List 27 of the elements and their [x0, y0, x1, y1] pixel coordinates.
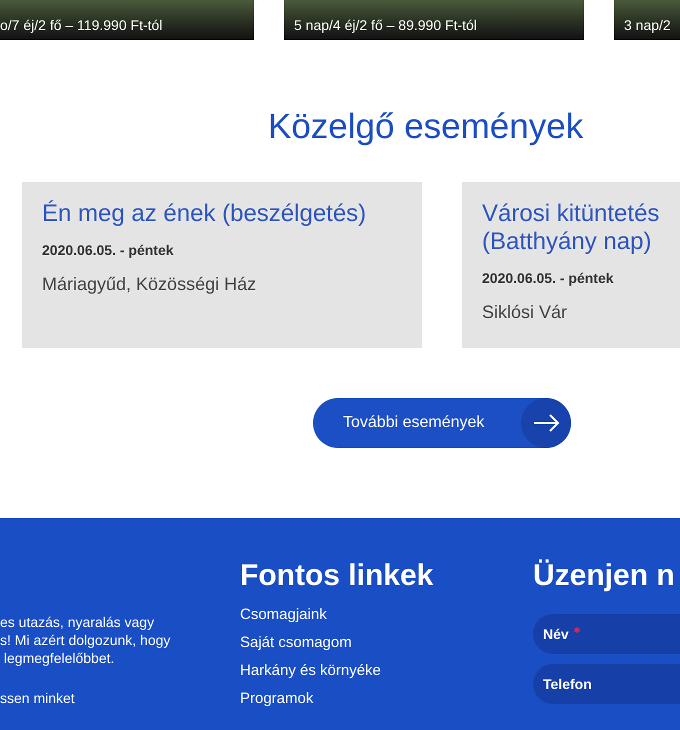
- contact-link[interactable]: ssen minket: [0, 688, 75, 709]
- footer-link[interactable]: Harkány és környéke: [240, 662, 381, 679]
- footer-link[interactable]: Csomagjaink: [240, 606, 327, 623]
- input-field[interactable]: Név: [533, 614, 680, 654]
- event-date: 2020.06.05. - péntek: [482, 269, 614, 288]
- event-card[interactable]: Városi kitüntetés (Batthyány nap) 2020.06.05. - péntek Siklósi Vár: [462, 182, 680, 348]
- event-location: Siklósi Vár: [482, 301, 568, 324]
- about-text: es utazás, nyaralás vagy s! Mi azért dolgozunk, hogy legmegfelelőbbet.: [0, 613, 170, 667]
- offer-details: o/7 éj/2 fő – 119.990 Ft-tól: [0, 16, 162, 35]
- event-title: Én meg az ének (beszélgetés): [42, 200, 368, 228]
- arrow-right-icon: [521, 398, 571, 448]
- offer-card[interactable]: 5 nap/4 éj/2 fő – 89.990 Ft-tól: [284, 0, 584, 40]
- event-date: 2020.06.05. - péntek: [42, 241, 174, 260]
- footer-link[interactable]: Programok: [240, 690, 314, 707]
- event-location: Máriagyűd, Közösségi Ház: [42, 273, 256, 296]
- offer-details: 5 nap/4 éj/2 fő – 89.990 Ft-tól: [294, 16, 477, 35]
- offer-card[interactable]: 3 nap/2: [614, 0, 680, 40]
- event-card[interactable]: Én meg az ének (beszélgetés) 2020.06.05. - péntek Máriagyűd, Közösségi Ház: [22, 182, 422, 348]
- offer-card[interactable]: o/7 éj/2 fő – 119.990 Ft-tól: [0, 0, 254, 40]
- links-heading: Fontos linkek: [240, 558, 434, 594]
- footer-link[interactable]: Saját csomagom: [240, 634, 352, 651]
- form-heading: Üzenjen n: [533, 558, 676, 594]
- more-events-button[interactable]: További események: [313, 398, 571, 448]
- input-field[interactable]: Telefon: [533, 664, 680, 704]
- event-title: Városi kitüntetés (Batthyány nap): [482, 200, 660, 256]
- section-title: Közelgő események: [268, 106, 584, 148]
- offer-details: 3 nap/2: [624, 16, 671, 35]
